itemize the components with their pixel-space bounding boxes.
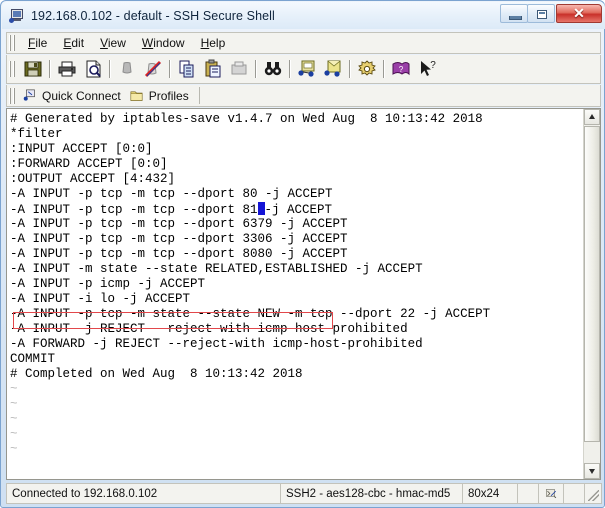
terminal-computer-icon bbox=[9, 8, 25, 24]
terminal-line: :FORWARD ACCEPT [0:0] bbox=[10, 157, 168, 171]
close-button[interactable]: ✕ bbox=[556, 4, 602, 23]
terminal-line: -A FORWARD -j REJECT --reject-with icmp-… bbox=[10, 337, 423, 351]
connect-icon[interactable] bbox=[115, 57, 139, 81]
scroll-down-icon bbox=[589, 469, 595, 474]
svg-text:?: ? bbox=[430, 60, 436, 71]
minimize-icon bbox=[509, 16, 522, 20]
scroll-down-button[interactable] bbox=[584, 463, 600, 479]
terminal-line: -A INPUT -i lo -j ACCEPT bbox=[10, 292, 191, 306]
context-help-icon[interactable]: ? bbox=[415, 57, 439, 81]
toolbar-separator bbox=[255, 60, 257, 78]
terminal-line: -A INPUT -p icmp -j ACCEPT bbox=[10, 277, 206, 291]
menu-help[interactable]: Help bbox=[193, 34, 234, 52]
toolbar-separator bbox=[383, 60, 385, 78]
cursor-line-after: -j ACCEPT bbox=[264, 203, 333, 217]
quickbar-divider bbox=[198, 87, 200, 104]
terminal-area[interactable]: # Generated by iptables-save v1.4.7 on W… bbox=[6, 108, 601, 480]
quickbar-grip[interactable] bbox=[9, 87, 16, 104]
status-terminal-size: 80x24 bbox=[462, 483, 518, 504]
print-preview-icon[interactable] bbox=[81, 57, 105, 81]
resize-grip[interactable] bbox=[584, 483, 602, 504]
toolbar-separator bbox=[169, 60, 171, 78]
terminal-tilde-line: ~ bbox=[10, 397, 18, 411]
quick-connect-bar: Quick Connect Profiles bbox=[6, 85, 601, 107]
toolbar-grip[interactable] bbox=[9, 61, 16, 77]
toolbar-separator bbox=[109, 60, 111, 78]
toolbar-separator bbox=[49, 60, 51, 78]
profiles-button[interactable]: Profiles bbox=[127, 87, 195, 104]
window-title: 192.168.0.102 - default - SSH Secure She… bbox=[31, 8, 275, 23]
status-bar: Connected to 192.168.0.102 SSH2 - aes128… bbox=[6, 483, 602, 504]
terminal-line: :OUTPUT ACCEPT [4:432] bbox=[10, 172, 176, 186]
terminal-line: -A INPUT -p tcp -m tcp --dport 8080 -j A… bbox=[10, 247, 348, 261]
status-connection: Connected to 192.168.0.102 bbox=[6, 483, 281, 504]
terminal-line: -A INPUT -p tcp -m tcp --dport 80 -j ACC… bbox=[10, 187, 333, 201]
menu-grip[interactable] bbox=[9, 35, 16, 51]
text-cursor bbox=[257, 202, 265, 215]
terminal-line: :INPUT ACCEPT [0:0] bbox=[10, 142, 153, 156]
quick-connect-label: Quick Connect bbox=[42, 88, 121, 103]
terminal-line: *filter bbox=[10, 127, 63, 141]
terminal-scrollbar[interactable] bbox=[583, 109, 600, 479]
menu-bar: File Edit View Window Help bbox=[6, 32, 601, 54]
scroll-up-button[interactable] bbox=[584, 109, 600, 125]
title-bar: 192.168.0.102 - default - SSH Secure She… bbox=[2, 2, 605, 29]
toolbar-separator bbox=[289, 60, 291, 78]
terminal-line: -A INPUT -p tcp -m tcp --dport 6379 -j A… bbox=[10, 217, 348, 231]
save-icon[interactable] bbox=[21, 57, 45, 81]
restore-icon bbox=[537, 10, 547, 19]
terminal-tilde-line: ~ bbox=[10, 427, 18, 441]
folder-icon bbox=[130, 91, 143, 101]
scrollbar-thumb[interactable] bbox=[584, 126, 600, 442]
toolbar: ? ? bbox=[6, 55, 601, 84]
page-icon[interactable] bbox=[227, 57, 251, 81]
terminal-line: -A INPUT -p tcp -m tcp --dport 3306 -j A… bbox=[10, 232, 348, 246]
scroll-up-icon bbox=[589, 114, 595, 119]
status-blank-1 bbox=[517, 483, 539, 504]
cursor-line-before: -A INPUT -p tcp -m tcp --dport 81 bbox=[10, 203, 258, 217]
disconnect-icon[interactable] bbox=[141, 57, 165, 81]
terminal-line: -A INPUT -m state --state RELATED,ESTABL… bbox=[10, 262, 423, 276]
new-terminal-icon[interactable] bbox=[321, 57, 345, 81]
terminal-tilde-line: ~ bbox=[10, 412, 18, 426]
quick-connect-button[interactable]: Quick Connect bbox=[20, 87, 127, 104]
terminal-line: COMMIT bbox=[10, 352, 56, 366]
terminal-line: # Completed on Wed Aug 8 10:13:42 2018 bbox=[10, 367, 303, 381]
terminal-text[interactable]: # Generated by iptables-save v1.4.7 on W… bbox=[7, 109, 580, 479]
print-icon[interactable] bbox=[55, 57, 79, 81]
status-blank-2 bbox=[563, 483, 585, 504]
settings-gear-icon[interactable] bbox=[355, 57, 379, 81]
paste-icon[interactable] bbox=[201, 57, 225, 81]
terminal-line: -A INPUT -j REJECT --reject-with icmp-ho… bbox=[10, 322, 408, 336]
menu-view[interactable]: View bbox=[92, 34, 134, 52]
menu-file[interactable]: File bbox=[20, 34, 55, 52]
toolbar-separator bbox=[349, 60, 351, 78]
maximize-button[interactable] bbox=[527, 4, 555, 23]
profiles-label: Profiles bbox=[148, 88, 189, 103]
minimize-button[interactable] bbox=[500, 4, 528, 23]
status-capture-cell[interactable] bbox=[538, 483, 564, 504]
resize-grip-icon bbox=[588, 490, 599, 501]
terminal-line-with-cursor: -A INPUT -p tcp -m tcp --dport 81 -j ACCE… bbox=[10, 202, 580, 217]
status-cipher: SSH2 - aes128-cbc - hmac-md5 bbox=[280, 483, 463, 504]
copy-icon[interactable] bbox=[175, 57, 199, 81]
capture-icon bbox=[546, 489, 557, 499]
terminal-tilde-line: ~ bbox=[10, 382, 18, 396]
close-icon: ✕ bbox=[573, 5, 585, 21]
terminal-line: # Generated by iptables-save v1.4.7 on W… bbox=[10, 112, 483, 126]
connection-icon bbox=[23, 89, 35, 101]
terminal-tilde-line: ~ bbox=[10, 442, 18, 456]
find-icon[interactable] bbox=[261, 57, 285, 81]
svg-text:?: ? bbox=[399, 65, 404, 74]
new-file-transfer-icon[interactable] bbox=[295, 57, 319, 81]
terminal-line: -A INPUT -p tcp -m state --state NEW -m … bbox=[10, 307, 491, 321]
help-book-icon[interactable]: ? bbox=[389, 57, 413, 81]
ssh-secure-shell-window: 192.168.0.102 - default - SSH Secure She… bbox=[0, 0, 605, 508]
window-controls: ✕ bbox=[500, 4, 602, 23]
menu-window[interactable]: Window bbox=[134, 34, 193, 52]
menu-edit[interactable]: Edit bbox=[55, 34, 92, 52]
